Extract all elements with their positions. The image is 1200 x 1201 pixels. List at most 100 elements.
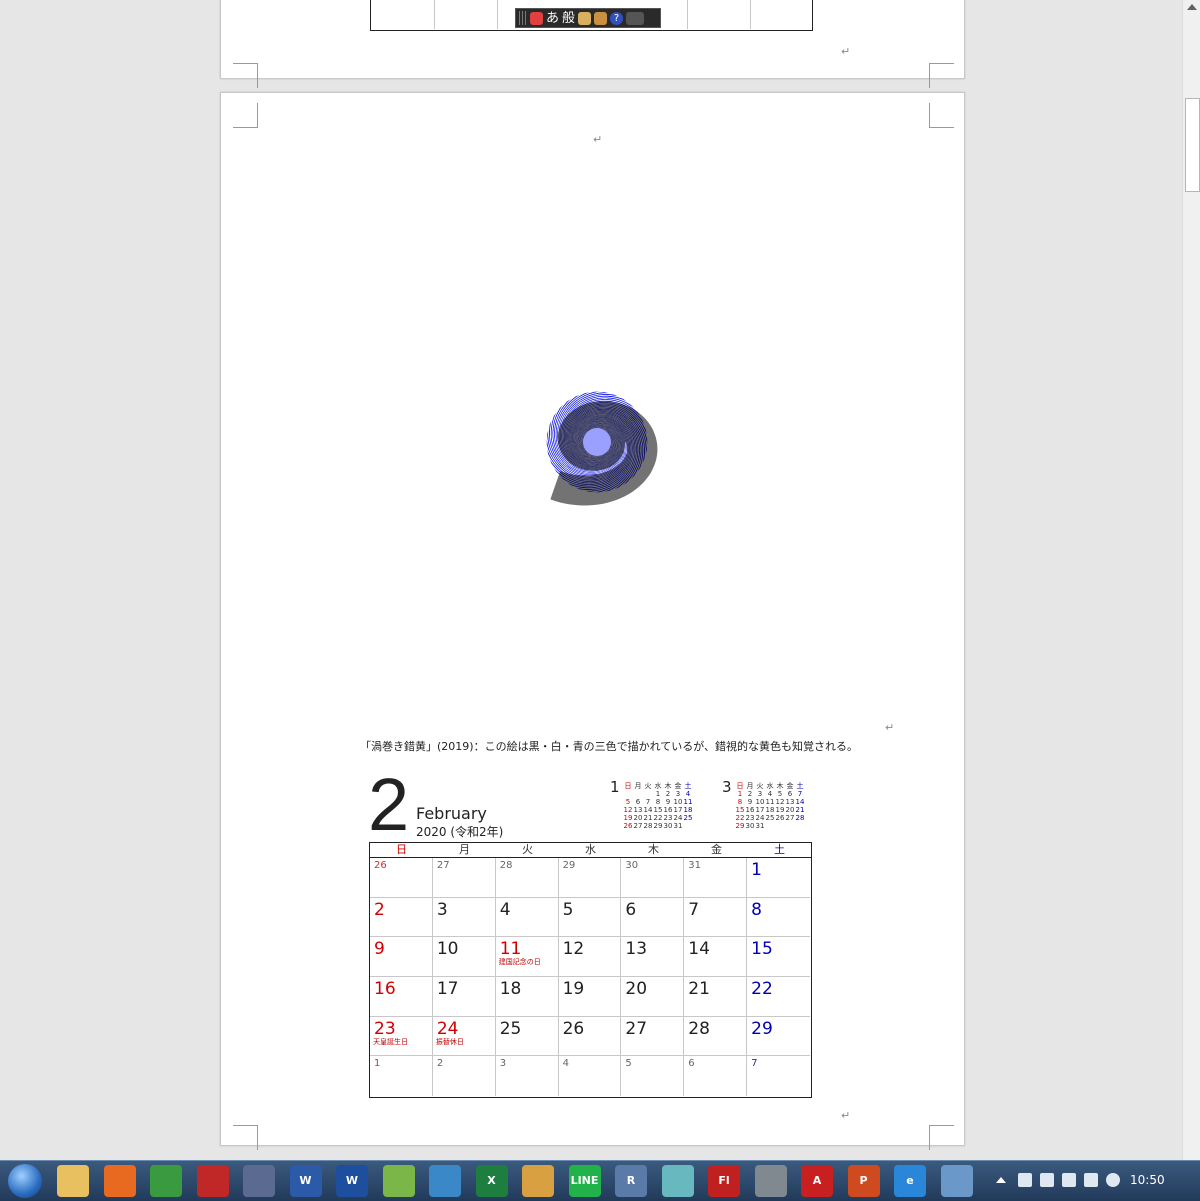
mini-day: 21 <box>643 814 653 822</box>
day-cell[interactable]: 17 <box>432 977 496 1017</box>
day-number: 30 <box>625 860 639 871</box>
screenshot-tool-icon[interactable] <box>196 1165 229 1197</box>
disk-tool-icon[interactable] <box>243 1165 275 1197</box>
windows-explorer-icon[interactable] <box>57 1165 89 1197</box>
options-icon[interactable] <box>626 11 645 25</box>
cloud-icon[interactable] <box>429 1165 461 1197</box>
day-cell[interactable]: 26 <box>558 1016 622 1057</box>
day-cell[interactable]: 25 <box>495 1016 559 1057</box>
day-cell[interactable]: 1 <box>747 858 810 898</box>
action-center-flag-icon[interactable] <box>1062 1173 1076 1187</box>
tools-icon[interactable] <box>594 11 608 25</box>
day-cell[interactable]: 1 <box>370 1056 433 1096</box>
mini-day: 31 <box>755 822 765 830</box>
help-icon[interactable]: ? <box>610 11 624 25</box>
day-cell[interactable]: 4 <box>559 1056 622 1096</box>
mini-weekday: 日 <box>736 782 744 790</box>
day-cell[interactable]: 28 <box>495 858 559 898</box>
day-cell[interactable]: 20 <box>621 977 685 1017</box>
day-cell[interactable]: 7 <box>747 1056 810 1096</box>
day-cell[interactable]: 5 <box>621 1056 685 1096</box>
powerpoint-icon[interactable]: P <box>847 1165 880 1197</box>
r-icon[interactable]: R <box>615 1165 647 1197</box>
day-cell[interactable]: 6 <box>621 897 685 938</box>
mini-week-row: 19 20 21 22 23 24 25 <box>623 814 693 822</box>
day-cell[interactable]: 5 <box>558 897 622 938</box>
search-tool-icon[interactable] <box>522 1165 554 1197</box>
scrollbar-thumb[interactable] <box>1185 98 1200 192</box>
month-name: February <box>416 804 487 823</box>
word-icon[interactable]: W <box>336 1165 368 1197</box>
day-cell[interactable]: 9 <box>370 937 433 977</box>
ime-conversion-mode[interactable]: 般 <box>562 12 575 25</box>
evernote-icon[interactable] <box>382 1165 415 1197</box>
spiral-illusion-image[interactable] <box>302 152 884 734</box>
day-cell[interactable]: 10 <box>432 937 496 977</box>
day-cell[interactable]: 13 <box>621 937 685 977</box>
day-number: 8 <box>751 899 762 920</box>
dictionary-icon[interactable] <box>578 11 592 25</box>
network-icon[interactable] <box>1040 1173 1054 1187</box>
day-cell[interactable]: 26 <box>370 858 433 898</box>
day-cell[interactable]: 14 <box>684 937 748 977</box>
scroll-up-arrow-icon[interactable] <box>1187 4 1197 10</box>
day-number: 16 <box>374 979 396 999</box>
day-cell[interactable]: 18 <box>495 977 559 1017</box>
ime-logo-icon[interactable] <box>530 11 543 25</box>
photo-viewer-icon[interactable] <box>940 1165 973 1197</box>
chrome-icon[interactable] <box>150 1165 182 1197</box>
show-hidden-icons-icon[interactable] <box>996 1177 1006 1183</box>
notes-icon[interactable] <box>661 1165 694 1197</box>
day-cell[interactable]: 12 <box>558 937 622 977</box>
day-cell[interactable]: 29 <box>558 858 622 898</box>
mini-day: 30 <box>745 822 755 830</box>
word-doc-icon[interactable]: W <box>289 1165 322 1197</box>
day-cell[interactable]: 7 <box>684 897 748 938</box>
internet-explorer-icon[interactable]: e <box>894 1165 926 1197</box>
pdf-icon[interactable]: A <box>801 1165 833 1197</box>
firefox-icon[interactable] <box>103 1165 136 1197</box>
line-icon[interactable]: LINE <box>568 1165 601 1197</box>
mini-day: 30 <box>663 822 673 830</box>
mini-weekday-row: 日月火水木金土 <box>623 782 693 790</box>
spiral-core <box>583 428 611 456</box>
day-cell[interactable]: 23 天皇誕生日 <box>370 1016 433 1057</box>
day-cell[interactable]: 27 <box>432 858 496 898</box>
day-cell[interactable]: 15 <box>747 937 810 977</box>
start-button[interactable] <box>8 1164 42 1198</box>
cloud-sync-icon[interactable] <box>1106 1173 1120 1187</box>
day-cell[interactable]: 31 <box>684 858 748 898</box>
power-icon[interactable] <box>1018 1173 1032 1187</box>
flash-glyph: Fl <box>718 1174 730 1187</box>
day-cell[interactable]: 21 <box>684 977 748 1017</box>
day-cell[interactable]: 30 <box>621 858 685 898</box>
internet-explorer-glyph: e <box>906 1174 914 1187</box>
day-cell[interactable]: 28 <box>684 1016 748 1057</box>
day-cell[interactable]: 2 <box>370 897 433 938</box>
day-cell[interactable]: 19 <box>558 977 622 1017</box>
day-cell[interactable]: 11 建国記念の日 <box>495 937 559 977</box>
day-cell[interactable]: 3 <box>496 1056 559 1096</box>
day-cell[interactable]: 3 <box>432 897 496 938</box>
day-cell[interactable]: 27 <box>621 1016 685 1057</box>
day-cell[interactable]: 4 <box>495 897 559 938</box>
vertical-scrollbar[interactable] <box>1182 0 1200 1160</box>
mini-month-number: 1 <box>610 778 620 796</box>
day-cell[interactable]: 6 <box>684 1056 748 1096</box>
mini-day: 13 <box>633 806 643 814</box>
day-cell[interactable]: 29 <box>747 1017 810 1057</box>
lock-tool-icon[interactable] <box>754 1165 787 1197</box>
day-cell[interactable]: 16 <box>370 977 433 1017</box>
day-cell[interactable]: 2 <box>433 1056 496 1096</box>
ime-toolbar[interactable]: あ 般 ? <box>515 8 661 28</box>
day-cell[interactable]: 22 <box>747 977 810 1017</box>
ime-mode[interactable]: あ <box>546 12 559 25</box>
volume-icon[interactable] <box>1084 1173 1098 1187</box>
grip-icon[interactable] <box>519 11 527 25</box>
day-cell[interactable]: 24 振替休日 <box>432 1016 496 1057</box>
taskbar-clock[interactable]: 10:50 <box>1130 1173 1165 1187</box>
day-number: 7 <box>751 1058 758 1070</box>
flash-icon[interactable]: Fl <box>708 1165 740 1197</box>
day-cell[interactable]: 8 <box>747 898 810 938</box>
excel-icon[interactable]: X <box>475 1165 508 1197</box>
